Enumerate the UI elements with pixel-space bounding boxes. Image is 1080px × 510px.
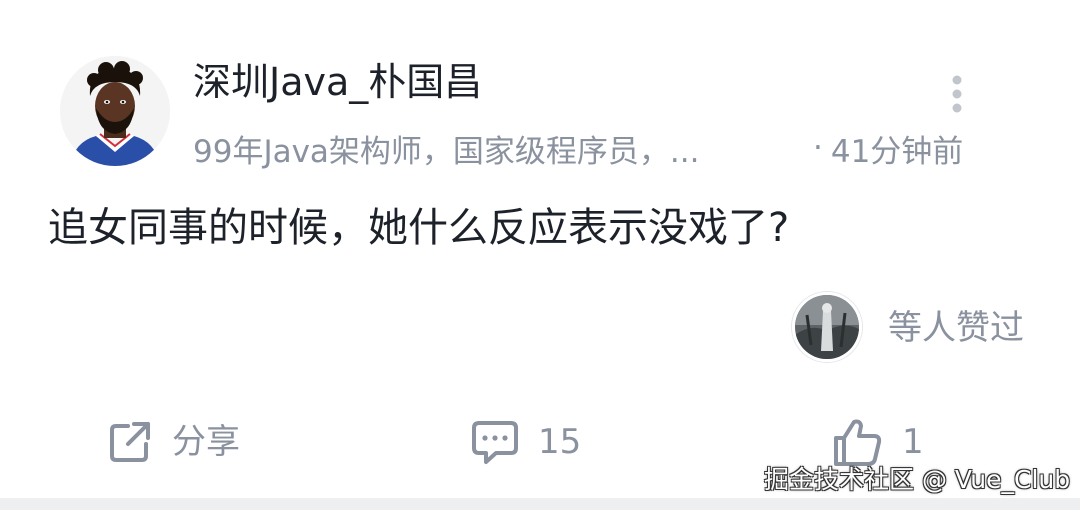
post-card: 深圳Java_朴国昌 99年Java架构师，国家级程序员，... · 41分钟前…	[0, 0, 1080, 498]
share-button[interactable]: 分享	[106, 414, 240, 470]
liker-avatar-image	[795, 295, 859, 359]
share-label: 分享	[172, 422, 240, 462]
post-content[interactable]: 追女同事的时候，她什么反应表示没戏了?	[48, 200, 789, 256]
author-avatar-image	[60, 56, 170, 166]
comment-button[interactable]: 15	[470, 414, 581, 470]
author-avatar[interactable]	[60, 56, 170, 166]
share-icon	[106, 418, 154, 466]
liker-avatar[interactable]	[792, 292, 862, 362]
thumbs-up-icon	[832, 416, 884, 468]
more-vertical-icon[interactable]	[940, 70, 974, 118]
comment-icon	[470, 417, 520, 467]
author-meta: 99年Java架构师，国家级程序员，... · 41分钟前	[193, 126, 963, 170]
meta-separator: ·	[813, 130, 823, 166]
post-time: 41分钟前	[830, 133, 964, 170]
liked-by-text[interactable]: 等人赞过	[888, 306, 1024, 350]
watermark: 掘金技术社区 @ Vue_Club	[764, 465, 1071, 494]
comment-count: 15	[538, 422, 582, 462]
author-name[interactable]: 深圳Java_朴国昌	[193, 58, 482, 106]
author-bio: 99年Java架构师，国家级程序员，...	[193, 133, 700, 170]
